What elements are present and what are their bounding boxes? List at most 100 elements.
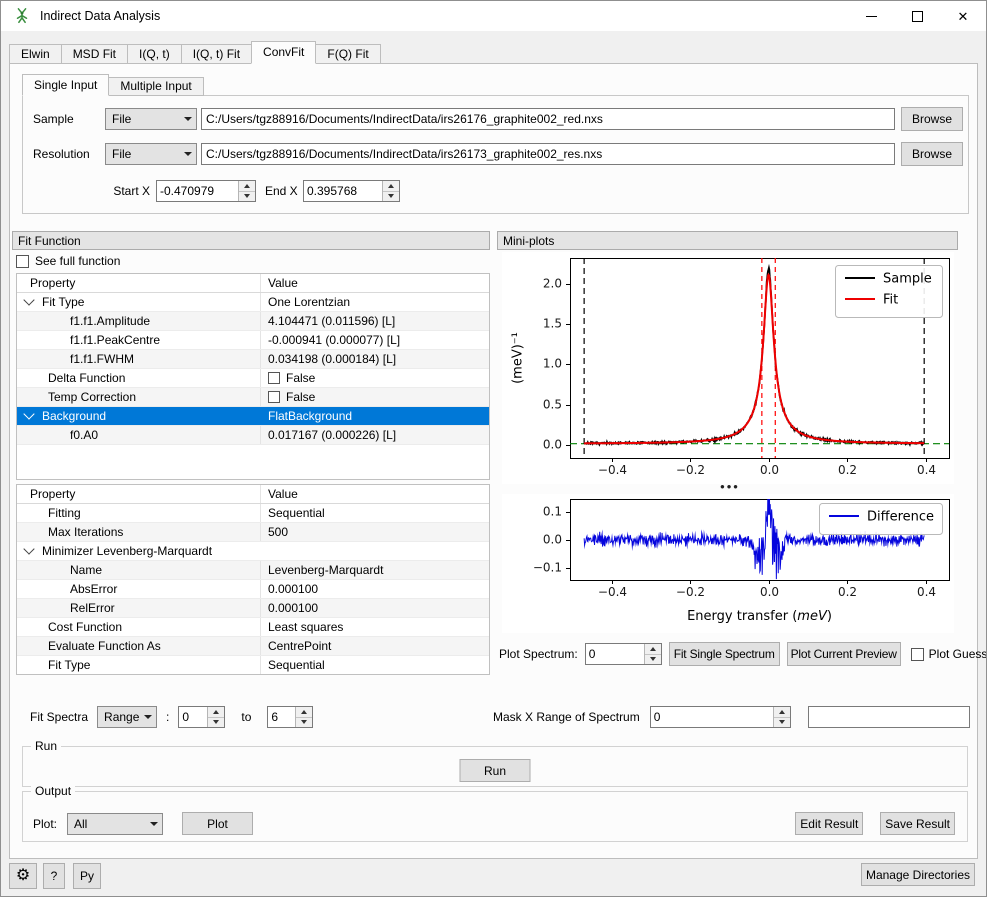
property-value: 0.017167 (0.000226) [L] [268, 428, 396, 442]
plot-spectrum-spinbox[interactable] [585, 643, 662, 665]
fit-spectra-mode-value: Range [98, 710, 140, 724]
property-name: Name [70, 563, 102, 577]
sample-source-combo[interactable]: File [105, 108, 197, 130]
table-row-minimizer-levenberg-marquardt[interactable]: Minimizer Levenberg-Marquardt [17, 542, 489, 561]
value-column-header: Value [260, 274, 489, 292]
resolution-browse-button[interactable]: Browse [901, 142, 963, 166]
spectra-from-spinbox[interactable] [178, 706, 225, 728]
manage-directories-button[interactable]: Manage Directories [861, 863, 975, 886]
property-value: 4.104471 (0.011596) [L] [268, 314, 395, 328]
spectra-from-value[interactable] [179, 707, 207, 727]
run-group-title: Run [31, 739, 61, 753]
property-name: Fit Type [48, 658, 90, 672]
save-result-button[interactable]: Save Result [880, 812, 955, 835]
table-row-f0-a0[interactable]: f0.A00.017167 (0.000226) [L] [17, 426, 489, 445]
fit-spectra-mode-combo[interactable]: Range [97, 706, 157, 728]
value-checkbox[interactable] [268, 372, 280, 384]
mask-spectrum-spinbox[interactable] [650, 706, 791, 728]
sample-fit-plot[interactable] [502, 252, 954, 484]
spin-arrows-icon[interactable] [295, 707, 312, 727]
spin-arrows-icon[interactable] [644, 644, 661, 664]
table-row-fitting[interactable]: FittingSequential [17, 504, 489, 523]
sample-browse-button[interactable]: Browse [901, 107, 963, 131]
chevron-down-icon [140, 715, 156, 719]
tab-i-q-t[interactable]: I(Q, t) [127, 44, 182, 64]
spin-arrows-icon[interactable] [382, 181, 399, 201]
maximize-button[interactable] [894, 1, 940, 31]
input-tab-multiple-input[interactable]: Multiple Input [108, 77, 203, 96]
fit-function-header[interactable]: Fit Function [12, 231, 490, 250]
window-title: Indirect Data Analysis [40, 9, 160, 23]
resolution-label: Resolution [33, 147, 90, 161]
plot-current-preview-button[interactable]: Plot Current Preview [787, 642, 901, 666]
input-tab-single-input[interactable]: Single Input [22, 74, 109, 96]
end-x-value[interactable] [304, 181, 382, 201]
property-value: False [286, 390, 315, 404]
edit-result-button[interactable]: Edit Result [795, 812, 863, 835]
chevron-down-icon [146, 822, 162, 826]
table-row-max-iterations[interactable]: Max Iterations500 [17, 523, 489, 542]
table-row-abserror[interactable]: AbsError0.000100 [17, 580, 489, 599]
resolution-source-combo[interactable]: File [105, 143, 197, 165]
mask-range-input[interactable] [808, 706, 970, 728]
run-button[interactable]: Run [460, 759, 531, 782]
mini-plots-header[interactable]: Mini-plots [497, 231, 958, 250]
spin-arrows-icon[interactable] [773, 707, 790, 727]
spectra-to-spinbox[interactable] [267, 706, 313, 728]
settings-button[interactable]: ⚙ [9, 863, 37, 889]
table-row-cost-function[interactable]: Cost FunctionLeast squares [17, 618, 489, 637]
plot-splitter-handle[interactable]: ••• [705, 479, 755, 494]
output-plot-combo[interactable]: All [67, 813, 163, 835]
tab-f-q-fit[interactable]: F(Q) Fit [315, 44, 380, 64]
property-name: Evaluate Function As [48, 639, 161, 653]
property-name: Minimizer Levenberg-Marquardt [42, 544, 212, 558]
minimize-button[interactable] [848, 1, 894, 31]
resolution-path-input[interactable] [201, 143, 895, 165]
end-x-spinbox[interactable] [303, 180, 400, 202]
close-button[interactable]: ✕ [940, 1, 986, 31]
chevron-down-icon [180, 152, 196, 156]
chevron-down-icon [23, 294, 34, 305]
table-row-background[interactable]: BackgroundFlatBackground [17, 407, 489, 426]
spectra-to-value[interactable] [268, 707, 295, 727]
output-plot-button[interactable]: Plot [182, 812, 253, 835]
single-input-pane: Sample File Browse Resolution File Brows… [22, 95, 969, 214]
table-row-evaluate-function-as[interactable]: Evaluate Function AsCentrePoint [17, 637, 489, 656]
fit-single-spectrum-button[interactable]: Fit Single Spectrum [669, 642, 780, 666]
property-name: Fit Type [42, 295, 84, 309]
plot-spectrum-value[interactable] [586, 644, 644, 664]
run-group: Run Run [22, 746, 968, 787]
difference-plot[interactable] [502, 494, 954, 633]
table-row-fit-type[interactable]: Fit TypeSequential [17, 656, 489, 675]
plot-guess-checkbox[interactable] [911, 648, 924, 661]
value-checkbox[interactable] [268, 391, 280, 403]
fit-function-title: Fit Function [18, 234, 81, 248]
sample-path-input[interactable] [201, 108, 895, 130]
output-plot-value: All [68, 817, 146, 831]
property-name: f1.f1.FWHM [70, 352, 134, 366]
python-export-button[interactable]: Py [73, 863, 101, 889]
table-row-delta-function[interactable]: Delta FunctionFalse [17, 369, 489, 388]
tab-elwin[interactable]: Elwin [9, 44, 62, 64]
help-button[interactable]: ? [43, 863, 65, 889]
start-x-value[interactable] [157, 181, 238, 201]
tab-msd-fit[interactable]: MSD Fit [61, 44, 128, 64]
start-x-spinbox[interactable] [156, 180, 256, 202]
table-row-f1-f1-amplitude[interactable]: f1.f1.Amplitude4.104471 (0.011596) [L] [17, 312, 489, 331]
spin-arrows-icon[interactable] [207, 707, 224, 727]
tab-convfit[interactable]: ConvFit [251, 41, 316, 64]
chevron-down-icon [180, 117, 196, 121]
sample-source-value: File [106, 112, 180, 126]
see-full-function-checkbox[interactable] [16, 255, 29, 268]
table-row-fit-type[interactable]: Fit Type One Lorentzian [17, 293, 489, 312]
table-row-name[interactable]: NameLevenberg-Marquardt [17, 561, 489, 580]
property-value: One Lorentzian [268, 295, 350, 309]
mask-spectrum-value[interactable] [651, 707, 773, 727]
table-row-temp-correction[interactable]: Temp CorrectionFalse [17, 388, 489, 407]
table-row-f1-f1-fwhm[interactable]: f1.f1.FWHM0.034198 (0.000184) [L] [17, 350, 489, 369]
spin-arrows-icon[interactable] [238, 181, 255, 201]
tab-i-q-t-fit[interactable]: I(Q, t) Fit [181, 44, 252, 64]
table-row-f1-f1-peakcentre[interactable]: f1.f1.PeakCentre-0.000941 (0.000077) [L] [17, 331, 489, 350]
chevron-down-icon [23, 543, 34, 554]
table-row-relerror[interactable]: RelError0.000100 [17, 599, 489, 618]
